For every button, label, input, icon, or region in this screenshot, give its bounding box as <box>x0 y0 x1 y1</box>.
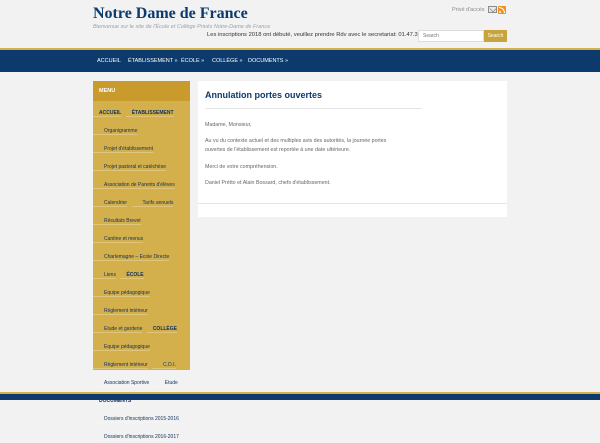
sidebar-item-association-sportive[interactable]: Association Sportive <box>93 380 150 387</box>
sidebar-item-etude-garderie[interactable]: Etude et garderie <box>93 326 143 333</box>
sidebar-item-college-reglement[interactable]: Règlement intérieur <box>93 362 148 369</box>
sidebar-item-dossiers-2015[interactable]: Dossiers d'inscriptions 2015-2016 <box>93 416 179 423</box>
registration-notice: Les inscriptions 2018 ont débuté, veuill… <box>207 32 438 38</box>
sidebar-item-charlemagne[interactable]: Charlemagne – Ecole Directe <box>93 254 170 261</box>
nav-item-documents[interactable]: DOCUMENTS » <box>248 58 288 64</box>
site-footer <box>0 394 600 400</box>
nav-item-etablissement[interactable]: ÉTABLISSEMENT » <box>128 58 178 64</box>
sidebar-item-etablissement[interactable]: ÉTABLISSEMENT <box>125 110 174 117</box>
title-divider <box>205 108 422 109</box>
article-divider <box>198 203 507 204</box>
private-access-link[interactable]: Privé d'accès <box>452 7 485 13</box>
sidebar-item-college-equipe[interactable]: Equipe pédagogique <box>93 344 150 351</box>
article-panel: Annulation portes ouvertes Madame, Monsi… <box>198 81 507 217</box>
sidebar-heading: MENU <box>93 81 190 101</box>
rss-icon[interactable] <box>498 6 506 14</box>
mail-icon[interactable] <box>488 6 497 13</box>
article-greeting: Madame, Monsieur, <box>205 122 252 128</box>
sidebar-item-accueil[interactable]: ACCUEIL <box>93 110 122 117</box>
sidebar-item-resultats-brevet[interactable]: Résultats Brevet <box>93 218 141 225</box>
site-description: Bienvenue sur le site de l'École et Coll… <box>93 24 271 30</box>
sidebar-item-projet-pastoral[interactable]: Projet pastoral et catéchèse <box>93 164 166 171</box>
article-signature: Daniel Prétto et Alain Bossard, chefs d'… <box>205 180 331 186</box>
sidebar-item-dossiers-2016[interactable]: Dossiers d'inscriptions 2016-2017 <box>93 434 179 441</box>
nav-item-college[interactable]: COLLÈGE » <box>212 58 243 64</box>
sidebar-menu: MENU ACCUEIL ÉTABLISSEMENT Organigramme … <box>93 81 190 441</box>
sidebar-item-projet-etablissement[interactable]: Projet d'établissement <box>93 146 154 153</box>
nav-item-ecole[interactable]: ÉCOLE » <box>181 58 204 64</box>
search-button[interactable]: Search <box>484 30 507 42</box>
sidebar-item-tarifs[interactable]: Tarifs annuels <box>131 200 174 207</box>
page-title: Annulation portes ouvertes <box>205 90 323 100</box>
article-body: Au vu du contexte actuel et des multiple… <box>205 138 387 153</box>
sidebar-item-cantine[interactable]: Cantine et menus <box>93 236 144 243</box>
sidebar-item-cdi[interactable]: C.D.I. <box>152 362 176 369</box>
sidebar-item-ecole[interactable]: ÉCOLE <box>120 272 144 279</box>
sidebar-item-liens[interactable]: Liens <box>93 272 116 279</box>
search-input[interactable] <box>418 30 484 42</box>
article-thanks: Merci de votre compréhension. <box>205 164 278 170</box>
sidebar-item-organigramme[interactable]: Organigramme <box>93 128 138 135</box>
sidebar-item-calendrier[interactable]: Calendrier <box>93 200 128 207</box>
sidebar-item-college[interactable]: COLLÈGE <box>146 326 177 333</box>
sidebar-item-etude[interactable]: Etude <box>153 380 178 387</box>
site-header: Notre Dame de France Bienvenue sur le si… <box>0 0 600 50</box>
sidebar-item-ecole-equipe[interactable]: Equipe pédagogique <box>93 290 150 297</box>
nav-item-accueil[interactable]: ACCUEIL <box>97 58 121 64</box>
sidebar-item-parents-eleves[interactable]: Association de Parents d'élèves <box>93 182 175 189</box>
sidebar-item-ecole-reglement[interactable]: Règlement intérieur <box>93 308 148 315</box>
main-navigation: ACCUEIL ÉTABLISSEMENT » ÉCOLE » COLLÈGE … <box>0 50 600 72</box>
site-title[interactable]: Notre Dame de France <box>93 5 248 23</box>
